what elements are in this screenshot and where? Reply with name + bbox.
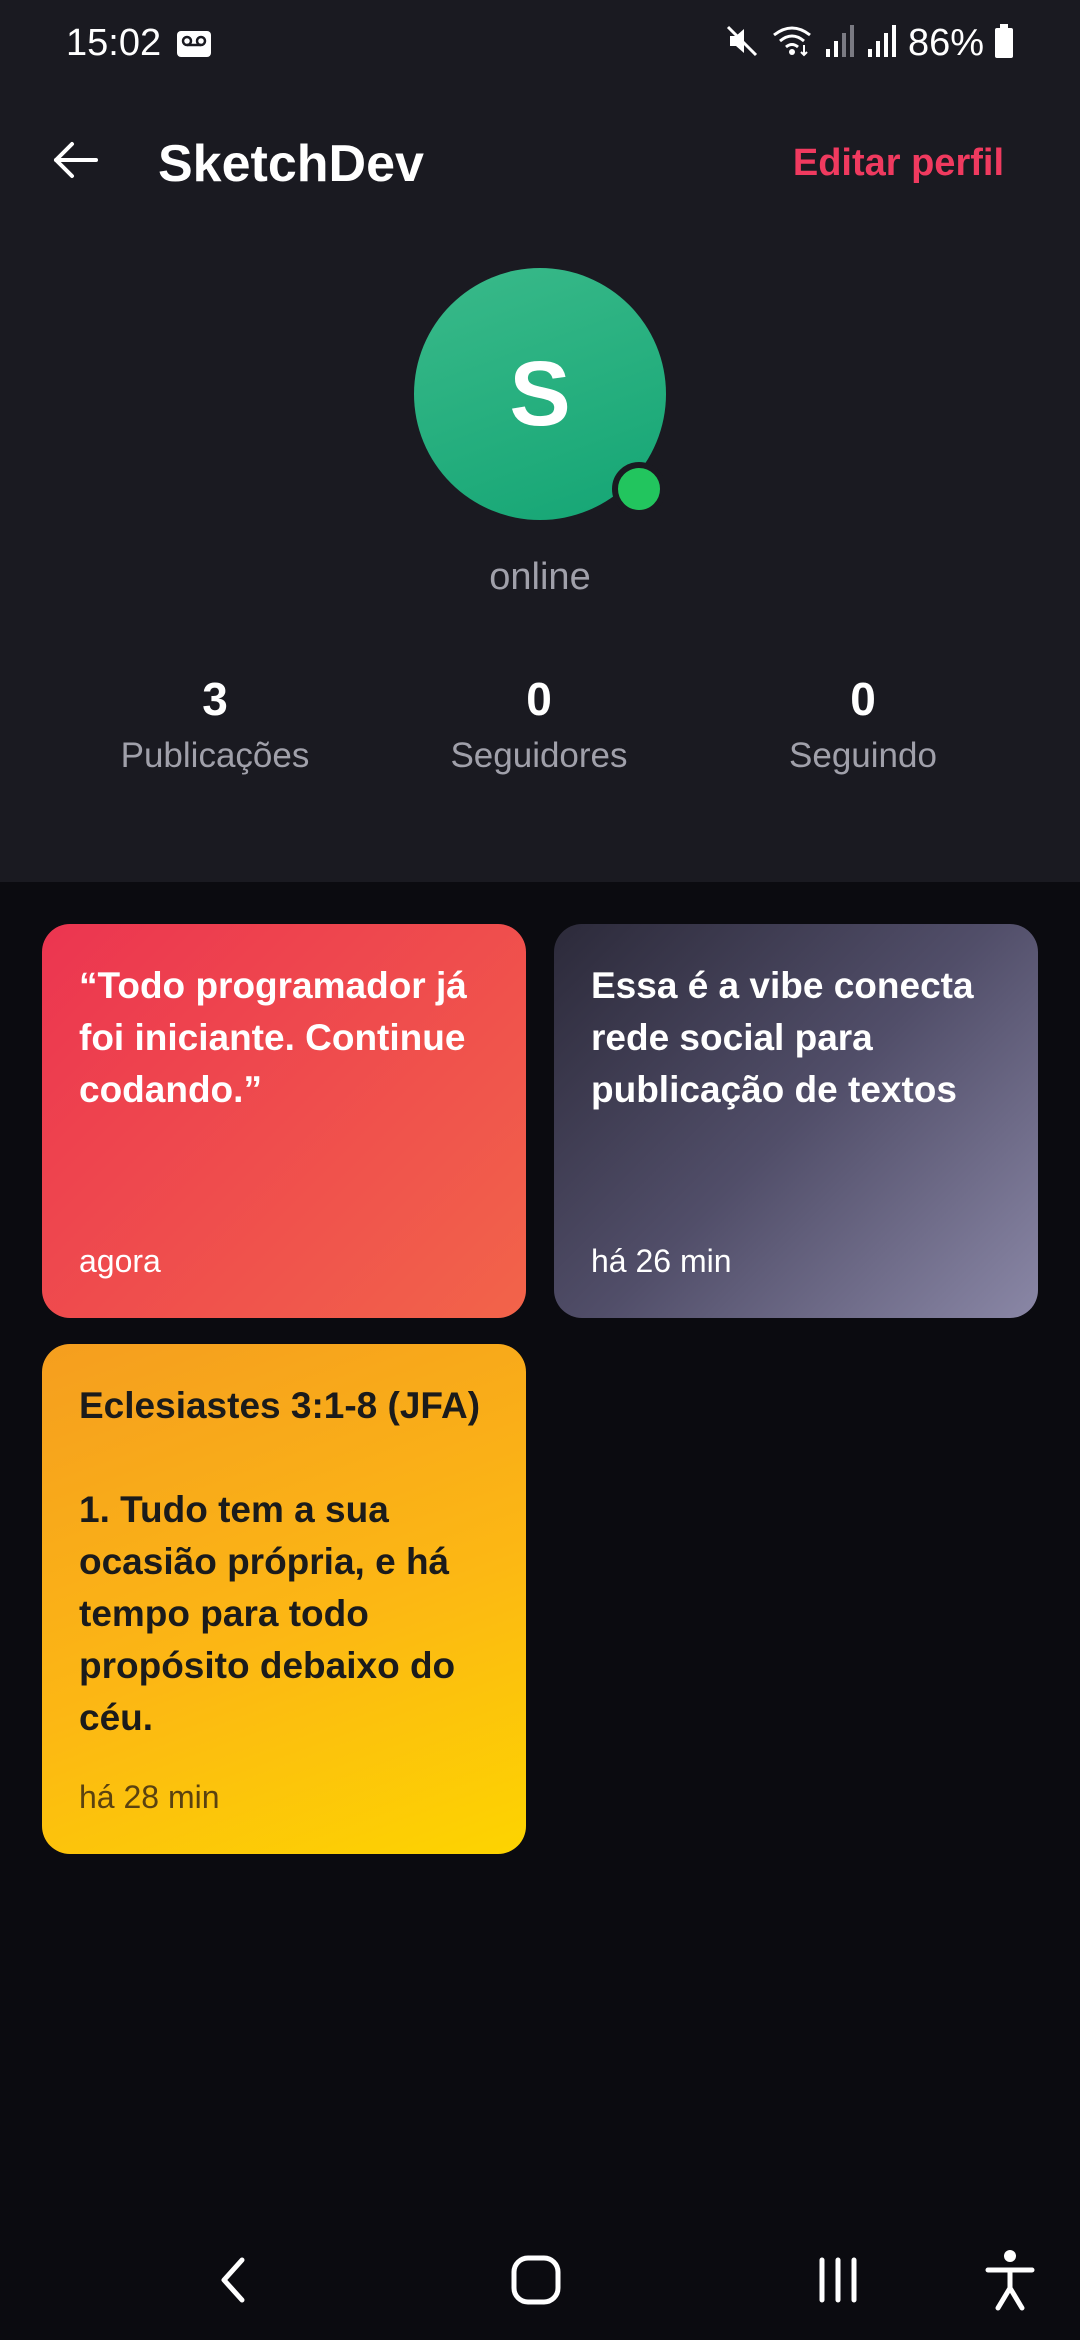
profile-screen: 15:02 86% SketchDev Editar perfil S onli…	[0, 0, 1080, 2340]
post-time: há 28 min	[79, 1779, 220, 1815]
battery-percentage: 86%	[907, 22, 984, 64]
stat-publications[interactable]: 3 Publicações	[55, 670, 375, 780]
online-status-dot	[612, 462, 666, 516]
profile-header: 15:02 86% SketchDev Editar perfil S onli…	[0, 0, 1080, 882]
post-text: Essa é a vibe conecta rede social para p…	[591, 965, 974, 1110]
status-icons: 86%	[724, 18, 1014, 68]
system-nav-bar	[0, 2220, 1080, 2340]
nav-back-button[interactable]	[194, 2240, 274, 2320]
nav-home-button[interactable]	[496, 2240, 576, 2320]
nav-recents-button[interactable]	[798, 2240, 878, 2320]
back-button[interactable]	[44, 128, 108, 192]
edit-profile-button[interactable]: Editar perfil	[793, 138, 1004, 188]
stat-value: 3	[202, 673, 228, 725]
stat-value: 0	[850, 673, 876, 725]
battery-icon	[994, 23, 1014, 63]
home-nav-icon	[511, 2255, 561, 2305]
page-title: SketchDev	[158, 135, 424, 193]
post-card[interactable]: Eclesiastes 3:1-8 (JFA) 1. Tudo tem a su…	[42, 1344, 526, 1854]
post-time: há 26 min	[591, 1243, 732, 1279]
stat-label: Seguindo	[789, 736, 937, 775]
stat-following[interactable]: 0 Seguindo	[703, 670, 1023, 780]
stat-followers[interactable]: 0 Seguidores	[379, 670, 699, 780]
back-nav-icon	[221, 2257, 245, 2303]
signal-icon	[824, 23, 856, 64]
signal-icon	[866, 23, 898, 64]
voicemail-icon	[176, 30, 212, 58]
stat-label: Seguidores	[450, 736, 628, 775]
status-bar: 15:02 86%	[0, 0, 1080, 90]
avatar-initial: S	[509, 342, 571, 445]
wifi-icon	[770, 23, 814, 64]
post-time: agora	[79, 1243, 161, 1279]
post-card[interactable]: “Todo programador já foi iniciante. Cont…	[42, 924, 526, 1318]
stat-value: 0	[526, 673, 552, 725]
stat-label: Publicações	[120, 736, 310, 775]
mute-icon	[724, 23, 760, 64]
post-text: “Todo programador já foi iniciante. Cont…	[79, 965, 467, 1110]
post-text: Eclesiastes 3:1-8 (JFA) 1. Tudo tem a su…	[79, 1385, 481, 1738]
accessibility-icon	[985, 2250, 1035, 2311]
arrow-left-icon	[54, 142, 98, 178]
recents-nav-icon	[819, 2257, 857, 2303]
online-status-label: online	[489, 556, 591, 598]
accessibility-button[interactable]	[970, 2240, 1050, 2320]
post-card[interactable]: Essa é a vibe conecta rede social para p…	[554, 924, 1038, 1318]
status-time: 15:02	[66, 22, 162, 64]
